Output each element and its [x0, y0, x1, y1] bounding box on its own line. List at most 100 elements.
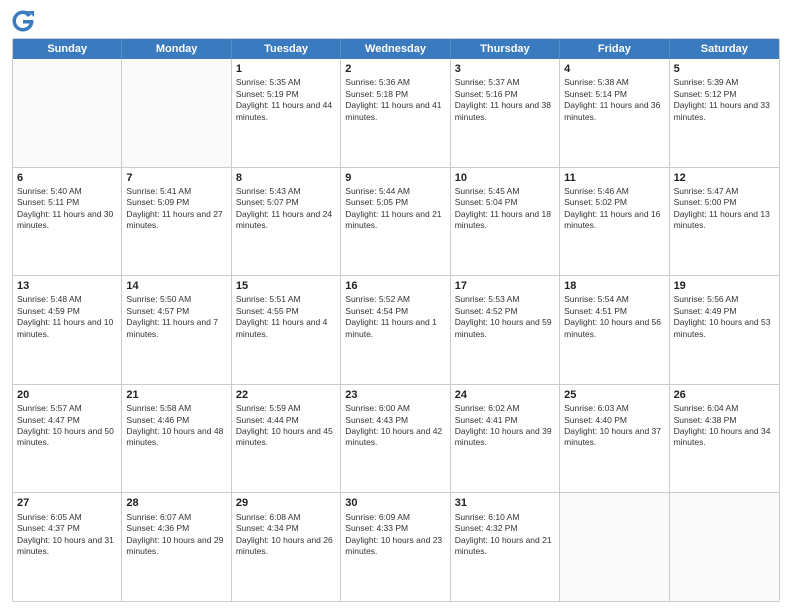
cal-cell: 17Sunrise: 5:53 AMSunset: 4:52 PMDayligh… [451, 276, 560, 384]
cal-cell: 25Sunrise: 6:03 AMSunset: 4:40 PMDayligh… [560, 385, 669, 493]
cal-cell: 29 Sunrise: 6:08 AMSunset: 4:34 PMDayligh… [232, 493, 341, 601]
cell-text: Sunrise: 6:03 AMSunset: 4:40 PMDaylight:… [564, 403, 664, 449]
cal-cell [670, 493, 779, 601]
day-number: 13 [17, 279, 117, 293]
cal-week-3: 20Sunrise: 5:57 AMSunset: 4:47 PMDayligh… [13, 385, 779, 494]
cell-text: Sunrise: 6:07 AMSunset: 4:36 PMDaylight:… [126, 512, 226, 558]
cell-text: Sunrise: 5:59 AMSunset: 4:44 PMDaylight:… [236, 403, 336, 449]
calendar-body: 1Sunrise: 5:35 AMSunset: 5:19 PMDaylight… [13, 59, 779, 601]
day-number: 28 [126, 496, 226, 510]
day-number: 21 [126, 388, 226, 402]
cell-text: Sunrise: 6:10 AMSunset: 4:32 PMDaylight:… [455, 512, 555, 558]
day-number: 7 [126, 171, 226, 185]
cell-text: Sunrise: 5:41 AMSunset: 5:09 PMDaylight:… [126, 186, 226, 232]
calendar-header: SundayMondayTuesdayWednesdayThursdayFrid… [13, 39, 779, 59]
cal-cell: 9Sunrise: 5:44 AMSunset: 5:05 PMDaylight… [341, 168, 450, 276]
cal-cell: 18Sunrise: 5:54 AMSunset: 4:51 PMDayligh… [560, 276, 669, 384]
cal-cell: 27 Sunrise: 6:05 AMSunset: 4:37 PMDayligh… [13, 493, 122, 601]
day-number: 1 [236, 62, 336, 76]
cell-text: Sunrise: 5:43 AMSunset: 5:07 PMDaylight:… [236, 186, 336, 232]
day-number: 3 [455, 62, 555, 76]
day-number: 11 [564, 171, 664, 185]
cell-text: Sunrise: 6:02 AMSunset: 4:41 PMDaylight:… [455, 403, 555, 449]
cal-cell: 13Sunrise: 5:48 AMSunset: 4:59 PMDayligh… [13, 276, 122, 384]
cal-cell [560, 493, 669, 601]
cal-cell: 15Sunrise: 5:51 AMSunset: 4:55 PMDayligh… [232, 276, 341, 384]
day-number: 5 [674, 62, 775, 76]
day-number: 23 [345, 388, 445, 402]
cell-text: Sunrise: 5:48 AMSunset: 4:59 PMDaylight:… [17, 294, 117, 340]
cal-header-thursday: Thursday [451, 39, 560, 59]
day-number: 19 [674, 279, 775, 293]
day-number: 2 [345, 62, 445, 76]
cal-cell: 10Sunrise: 5:45 AMSunset: 5:04 PMDayligh… [451, 168, 560, 276]
day-number: 31 [455, 496, 555, 510]
cal-cell: 28 Sunrise: 6:07 AMSunset: 4:36 PMDayligh… [122, 493, 231, 601]
cell-text: Sunrise: 5:56 AMSunset: 4:49 PMDaylight:… [674, 294, 775, 340]
cell-text: Sunrise: 5:47 AMSunset: 5:00 PMDaylight:… [674, 186, 775, 232]
day-number: 17 [455, 279, 555, 293]
cell-text: Sunrise: 5:39 AMSunset: 5:12 PMDaylight:… [674, 77, 775, 123]
cell-text: Sunrise: 6:08 AMSunset: 4:34 PMDaylight:… [236, 512, 336, 558]
cell-text: Sunrise: 5:44 AMSunset: 5:05 PMDaylight:… [345, 186, 445, 232]
day-number: 27 [17, 496, 117, 510]
day-number: 22 [236, 388, 336, 402]
day-number: 30 [345, 496, 445, 510]
cal-week-0: 1Sunrise: 5:35 AMSunset: 5:19 PMDaylight… [13, 59, 779, 168]
cell-text: Sunrise: 5:35 AMSunset: 5:19 PMDaylight:… [236, 77, 336, 123]
cal-header-saturday: Saturday [670, 39, 779, 59]
cell-text: Sunrise: 5:38 AMSunset: 5:14 PMDaylight:… [564, 77, 664, 123]
day-number: 18 [564, 279, 664, 293]
cal-cell: 16Sunrise: 5:52 AMSunset: 4:54 PMDayligh… [341, 276, 450, 384]
day-number: 9 [345, 171, 445, 185]
cell-text: Sunrise: 5:50 AMSunset: 4:57 PMDaylight:… [126, 294, 226, 340]
cal-cell: 30Sunrise: 6:09 AMSunset: 4:33 PMDayligh… [341, 493, 450, 601]
calendar: SundayMondayTuesdayWednesdayThursdayFrid… [12, 38, 780, 602]
day-number: 20 [17, 388, 117, 402]
header [12, 10, 780, 32]
cal-header-sunday: Sunday [13, 39, 122, 59]
cal-cell: 24Sunrise: 6:02 AMSunset: 4:41 PMDayligh… [451, 385, 560, 493]
cal-cell: 21Sunrise: 5:58 AMSunset: 4:46 PMDayligh… [122, 385, 231, 493]
day-number: 14 [126, 279, 226, 293]
cal-cell: 19Sunrise: 5:56 AMSunset: 4:49 PMDayligh… [670, 276, 779, 384]
cal-cell: 11Sunrise: 5:46 AMSunset: 5:02 PMDayligh… [560, 168, 669, 276]
cal-week-4: 27 Sunrise: 6:05 AMSunset: 4:37 PMDayligh… [13, 493, 779, 601]
day-number: 25 [564, 388, 664, 402]
logo-icon [12, 10, 34, 32]
cal-header-friday: Friday [560, 39, 669, 59]
cell-text: Sunrise: 6:05 AMSunset: 4:37 PMDaylight:… [17, 512, 117, 558]
cal-cell: 14Sunrise: 5:50 AMSunset: 4:57 PMDayligh… [122, 276, 231, 384]
day-number: 16 [345, 279, 445, 293]
cell-text: Sunrise: 5:58 AMSunset: 4:46 PMDaylight:… [126, 403, 226, 449]
cell-text: Sunrise: 5:45 AMSunset: 5:04 PMDaylight:… [455, 186, 555, 232]
cal-cell [13, 59, 122, 167]
cal-cell: 22Sunrise: 5:59 AMSunset: 4:44 PMDayligh… [232, 385, 341, 493]
cell-text: Sunrise: 5:53 AMSunset: 4:52 PMDaylight:… [455, 294, 555, 340]
cell-text: Sunrise: 5:51 AMSunset: 4:55 PMDaylight:… [236, 294, 336, 340]
cell-text: Sunrise: 5:40 AMSunset: 5:11 PMDaylight:… [17, 186, 117, 232]
day-number: 6 [17, 171, 117, 185]
cell-text: Sunrise: 6:00 AMSunset: 4:43 PMDaylight:… [345, 403, 445, 449]
cell-text: Sunrise: 5:37 AMSunset: 5:16 PMDaylight:… [455, 77, 555, 123]
day-number: 12 [674, 171, 775, 185]
cal-header-wednesday: Wednesday [341, 39, 450, 59]
cal-week-2: 13Sunrise: 5:48 AMSunset: 4:59 PMDayligh… [13, 276, 779, 385]
cal-cell: 20Sunrise: 5:57 AMSunset: 4:47 PMDayligh… [13, 385, 122, 493]
cal-cell: 6Sunrise: 5:40 AMSunset: 5:11 PMDaylight… [13, 168, 122, 276]
cell-text: Sunrise: 6:04 AMSunset: 4:38 PMDaylight:… [674, 403, 775, 449]
cal-cell: 1Sunrise: 5:35 AMSunset: 5:19 PMDaylight… [232, 59, 341, 167]
cal-cell: 8Sunrise: 5:43 AMSunset: 5:07 PMDaylight… [232, 168, 341, 276]
cell-text: Sunrise: 5:54 AMSunset: 4:51 PMDaylight:… [564, 294, 664, 340]
cal-cell [122, 59, 231, 167]
cell-text: Sunrise: 5:36 AMSunset: 5:18 PMDaylight:… [345, 77, 445, 123]
cal-cell: 7Sunrise: 5:41 AMSunset: 5:09 PMDaylight… [122, 168, 231, 276]
cal-cell: 12Sunrise: 5:47 AMSunset: 5:00 PMDayligh… [670, 168, 779, 276]
day-number: 26 [674, 388, 775, 402]
page: SundayMondayTuesdayWednesdayThursdayFrid… [0, 0, 792, 612]
day-number: 24 [455, 388, 555, 402]
cell-text: Sunrise: 5:57 AMSunset: 4:47 PMDaylight:… [17, 403, 117, 449]
day-number: 29 [236, 496, 336, 510]
day-number: 8 [236, 171, 336, 185]
cal-cell: 5Sunrise: 5:39 AMSunset: 5:12 PMDaylight… [670, 59, 779, 167]
